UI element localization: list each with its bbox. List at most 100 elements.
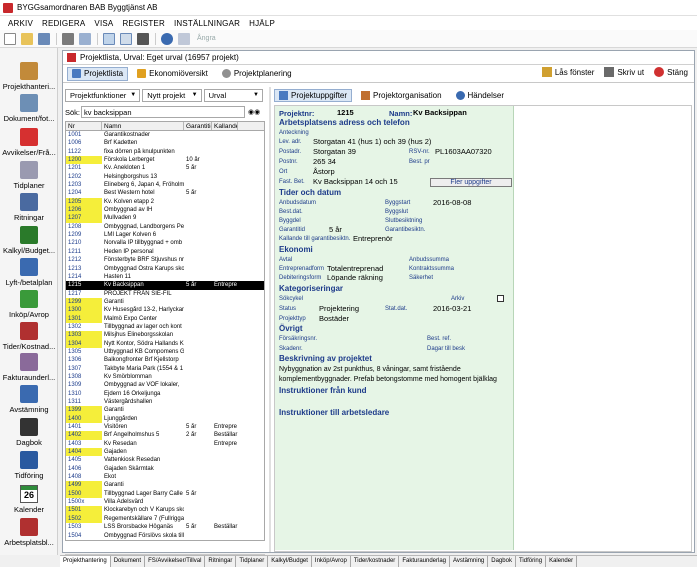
menu-hjalp[interactable]: HJÄLP <box>249 19 275 28</box>
menu-register[interactable]: REGISTER <box>122 19 165 28</box>
bottom-tab[interactable]: Inköp/Avrop <box>312 556 351 567</box>
table-row[interactable]: 1309 Ombyggnad av VOF lokaler, <box>66 381 264 389</box>
save-icon[interactable] <box>38 32 50 45</box>
sidebar-item-warning[interactable]: Avvikelser/Frå... <box>0 128 58 157</box>
tab-projektuppgifter[interactable]: Projektuppgifter <box>274 88 353 102</box>
table-row[interactable]: 1306 Balkongfronter Brf Kjellstorp <box>66 356 264 364</box>
selection-dropdown[interactable]: Urval ▼ <box>203 88 263 102</box>
sidebar-item-clock[interactable]: Tider/Kostnad... <box>0 322 58 351</box>
help-icon[interactable] <box>161 32 173 45</box>
table-row[interactable]: 1215 Kv Backsippan 5 år Entrepre <box>66 281 264 290</box>
column-header-name[interactable]: Namn <box>102 122 184 130</box>
table-row[interactable]: 1402 Brf Ängelholmshus 5 2 år Beställar <box>66 431 264 440</box>
table-row[interactable]: 1300 Kv Husesgård 13-2, Harlyckan <box>66 306 264 315</box>
archive-checkbox[interactable] <box>497 295 504 302</box>
bottom-tab[interactable]: Ritningar <box>205 556 237 567</box>
project-functions-dropdown[interactable]: Projektfunktioner ▼ <box>65 88 141 102</box>
table-row[interactable]: 1001 Garantikostnader <box>66 131 264 139</box>
tab-projektorganisation[interactable]: Projektorganisation <box>356 89 446 102</box>
sidebar-item-diary[interactable]: Dagbok <box>0 418 58 447</box>
project-type-value[interactable]: Bostäder <box>319 314 349 323</box>
tab-ekonomioversikt[interactable]: Ekonomiöversikt <box>132 67 213 81</box>
postal-code-value[interactable]: 265 34 <box>313 157 336 166</box>
column-header-nr[interactable]: Nr <box>66 122 102 130</box>
new-file-icon[interactable] <box>4 32 16 45</box>
table-row[interactable]: 1501 Klockarebyn och V Karups skol <box>66 506 264 515</box>
table-row[interactable]: 1399 Garanti <box>66 406 264 415</box>
table-row[interactable]: 1307 Takbyte Maria Park (1554 & 1 <box>66 365 264 373</box>
table-row[interactable]: 1214 Hasten 11 <box>66 273 264 281</box>
lock-window-button[interactable]: Lås fönster <box>541 67 594 77</box>
bottom-tab[interactable]: Fakturaunderlag <box>399 556 451 567</box>
table-row[interactable]: 1310 Ejdern 16 Örkeljunga <box>66 390 264 398</box>
new-project-dropdown[interactable]: Nytt projekt ▼ <box>142 88 202 102</box>
bottom-tab[interactable]: FS/Avvikelser/Tillval <box>145 556 206 567</box>
tab-projektplanering[interactable]: Projektplanering <box>217 67 297 81</box>
sidebar-item-timer[interactable]: Tidföring <box>0 451 58 480</box>
print-preview-icon[interactable] <box>79 32 91 45</box>
description-line[interactable]: Nybyggnation av 2st punkthus, 8 våningar… <box>279 366 461 373</box>
delivery-address-value[interactable]: Storgatan 41 (hus 1) och 39 (hus 2) <box>313 137 431 146</box>
sidebar-item-calendar[interactable]: 26 Kalender <box>0 485 58 514</box>
project-no-value[interactable]: 1215 <box>337 108 354 117</box>
search-input[interactable] <box>81 106 245 118</box>
table-row[interactable]: 1500 Tillbyggnad Lager Barry Calle 5 år <box>66 489 264 499</box>
table-row[interactable]: 1212 Fönsterbyte BRF Stjuvshus nr <box>66 256 264 264</box>
sidebar-item-document[interactable]: Dokument/fot... <box>0 94 58 123</box>
sidebar-item-invoice[interactable]: Fakturaunderl... <box>0 353 58 382</box>
sidebar-item-checklist[interactable]: Avstämning <box>0 385 58 414</box>
column-header-garantitid[interactable]: Garantitid <box>184 122 212 130</box>
table-row[interactable]: 1403 Kv Resedan Entrepre <box>66 440 264 448</box>
status-value[interactable]: Projektering <box>319 304 359 313</box>
table-row[interactable]: 1503 LSS Brorsbacke Höganäs 5 år Beställar <box>66 523 264 531</box>
table-row[interactable]: 1202 Helsingborgshus 13 <box>66 173 264 181</box>
table-row[interactable]: 1499 Garanti <box>66 481 264 490</box>
table-row[interactable]: 1211 Heden IP personal <box>66 248 264 256</box>
sidebar-item-house[interactable]: Projekthanteri... <box>0 62 58 91</box>
table-row[interactable]: 1213 Ombyggnad Östra Karups sko <box>66 265 264 273</box>
table-row[interactable]: 1304 Nytt Kontor, Södra Hallands K <box>66 339 264 348</box>
rsv-value[interactable]: PL1603AA07320 <box>435 147 492 156</box>
menu-installningar[interactable]: INSTÄLLNINGAR <box>174 19 240 28</box>
bottom-tab[interactable]: Projekthantering <box>60 556 111 567</box>
table-row[interactable]: 1311 Västergårdshallen <box>66 398 264 406</box>
column-header-kallande[interactable]: Kallande <box>212 122 238 130</box>
table-row[interactable]: 1502 Regementskällare 7 (Fullriggar <box>66 514 264 524</box>
table-row[interactable]: 1405 Vattenkiosk Resedan <box>66 456 264 464</box>
table-row[interactable]: 1206 Ombyggnad av IH <box>66 206 264 215</box>
menu-visa[interactable]: VISA <box>94 19 113 28</box>
table-row[interactable]: 1122 fixa dörren på knulpunkten <box>66 148 264 156</box>
tab-handelser[interactable]: Händelser <box>451 89 509 102</box>
table-row[interactable]: 1299 Garanti <box>66 297 264 307</box>
close-button[interactable]: Stäng <box>654 67 688 77</box>
bottom-tab[interactable]: Tidplaner <box>236 556 269 567</box>
bottom-tab[interactable]: Dokument <box>111 556 146 567</box>
open-folder-icon[interactable] <box>21 32 33 45</box>
build-start-value[interactable]: 2016-08-08 <box>433 198 471 207</box>
print-button[interactable]: Skriv ut <box>604 67 644 77</box>
table-row[interactable]: 1201 Kv. Anekloten 1 5 år <box>66 164 264 172</box>
copy-icon[interactable] <box>103 32 115 45</box>
table-row[interactable]: 1401 Visitören 5 år Entrepre <box>66 423 264 431</box>
pane-splitter[interactable] <box>269 87 271 552</box>
table-row[interactable]: 1203 Elineberg 6, Japan 4, Fröholm <box>66 181 264 189</box>
table-row[interactable]: 1305 Utbyggnad KB Compomens G <box>66 348 264 356</box>
sidebar-item-schedule[interactable]: Tidplaner <box>0 161 58 190</box>
contract-form-value[interactable]: Totalentreprenad <box>327 264 383 273</box>
table-row[interactable]: 1006 Brf Kadetten <box>66 139 264 147</box>
table-row[interactable]: 1204 Best Western hotel 5 år <box>66 189 264 197</box>
bottom-tab[interactable]: Avstämning <box>450 556 489 567</box>
bottom-tab[interactable]: Kalkyl/Budget <box>268 556 312 567</box>
warranty-value[interactable]: 5 år <box>329 225 342 234</box>
menu-arkiv[interactable]: ARKIV <box>8 19 33 28</box>
more-details-button[interactable]: Fler uppgifter <box>430 178 512 187</box>
status-date-value[interactable]: 2016-03-21 <box>433 304 471 313</box>
city-value[interactable]: Åstorp <box>313 167 335 176</box>
table-row[interactable]: 1209 LMI Lager Kolven 6 <box>66 231 264 239</box>
sidebar-item-drawing[interactable]: Ritningar <box>0 193 58 222</box>
table-row[interactable]: 1200 Förskola Lerberget 10 år <box>66 156 264 165</box>
print-icon[interactable] <box>62 32 74 45</box>
sidebar-item-lift[interactable]: Lyft-/betalplan <box>0 258 58 287</box>
table-row[interactable]: 1210 Norvalla IP tillbyggnad + omb <box>66 239 264 247</box>
table-row[interactable]: 1406 Gajaden Skärmtak <box>66 465 264 473</box>
